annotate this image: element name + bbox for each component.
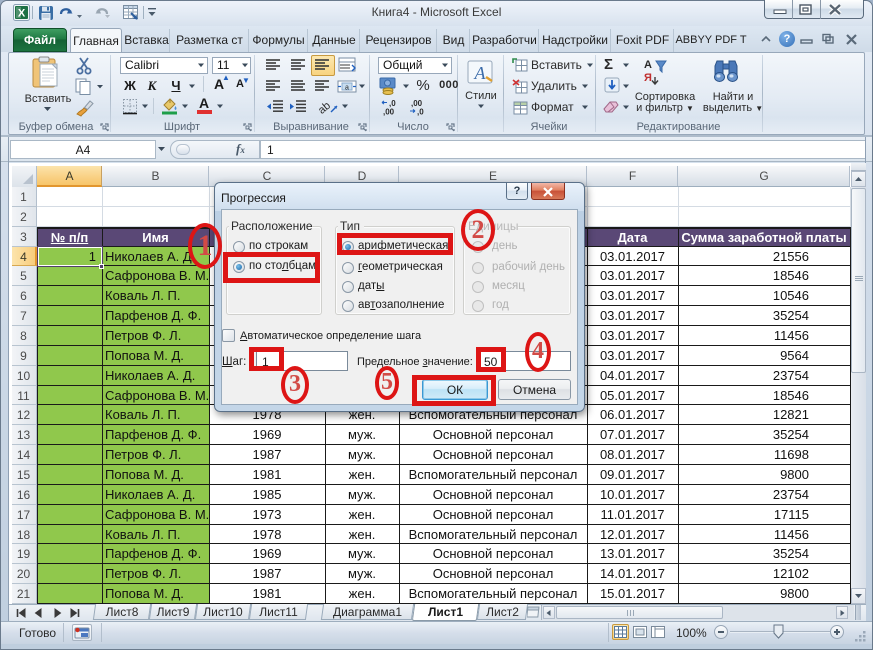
svg-text:,0: ,0 bbox=[417, 108, 424, 117]
svg-text:A: A bbox=[474, 63, 487, 83]
svg-text:Я: Я bbox=[644, 72, 652, 84]
svg-text:ab: ab bbox=[317, 100, 333, 115]
svg-text:,00: ,00 bbox=[383, 108, 395, 117]
svg-text:a: a bbox=[345, 85, 349, 92]
svg-text:А: А bbox=[644, 59, 652, 71]
